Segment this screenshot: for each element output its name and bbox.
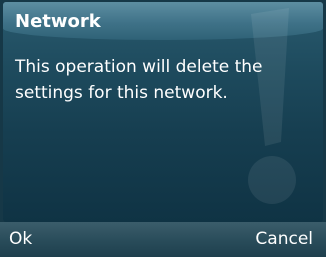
dialog-message: This operation will delete the settings … (15, 57, 263, 103)
exclamation-icon (248, 8, 296, 204)
phone-screen: Network This operation will delete the s… (0, 0, 326, 257)
cancel-button[interactable]: Cancel (255, 228, 313, 250)
ok-button[interactable]: Ok (9, 228, 32, 250)
dialog-title: Network (15, 11, 101, 32)
confirm-dialog: Network This operation will delete the s… (3, 2, 323, 222)
softkey-bar: Ok Cancel (0, 222, 326, 257)
